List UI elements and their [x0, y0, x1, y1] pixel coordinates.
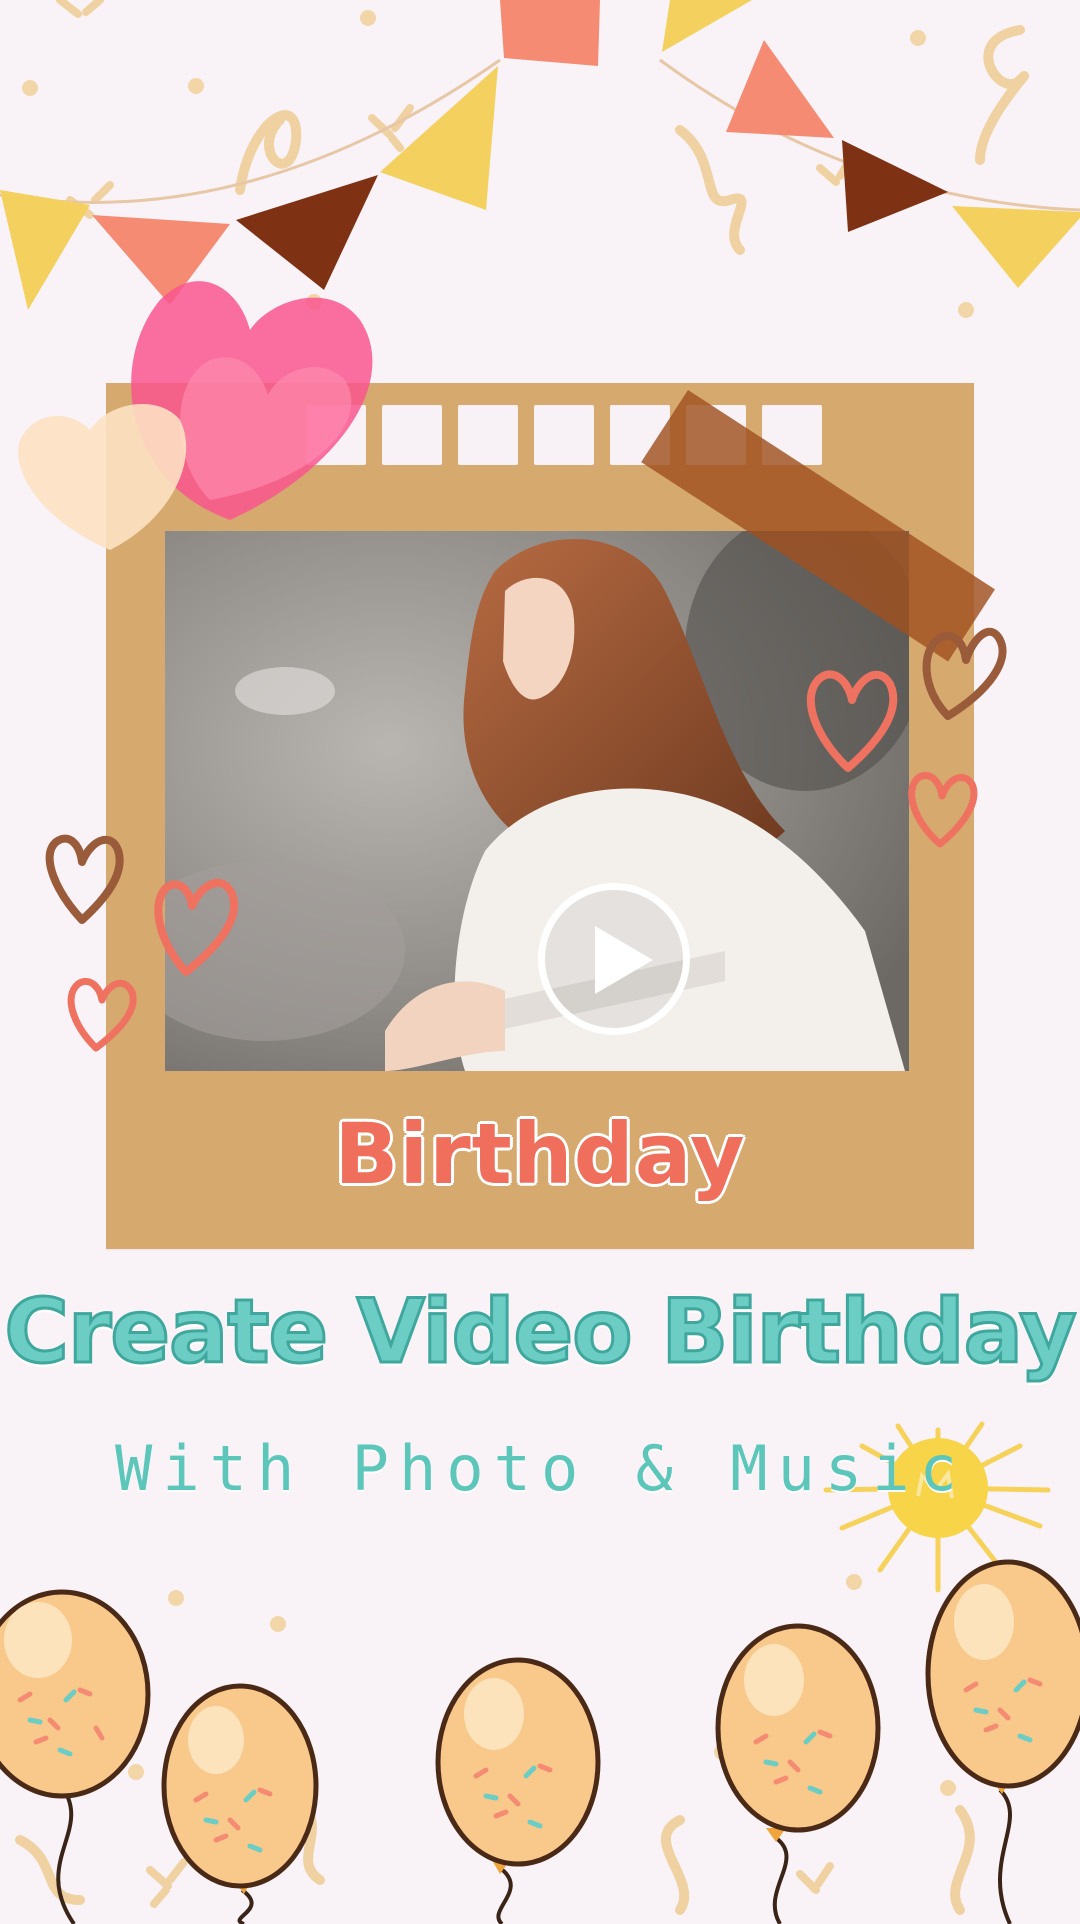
headline-subtitle: With Photo & Music: [115, 1432, 967, 1505]
heart-decorations: [18, 281, 1007, 1052]
headline-title: Create Video Birthday: [3, 1279, 1078, 1385]
